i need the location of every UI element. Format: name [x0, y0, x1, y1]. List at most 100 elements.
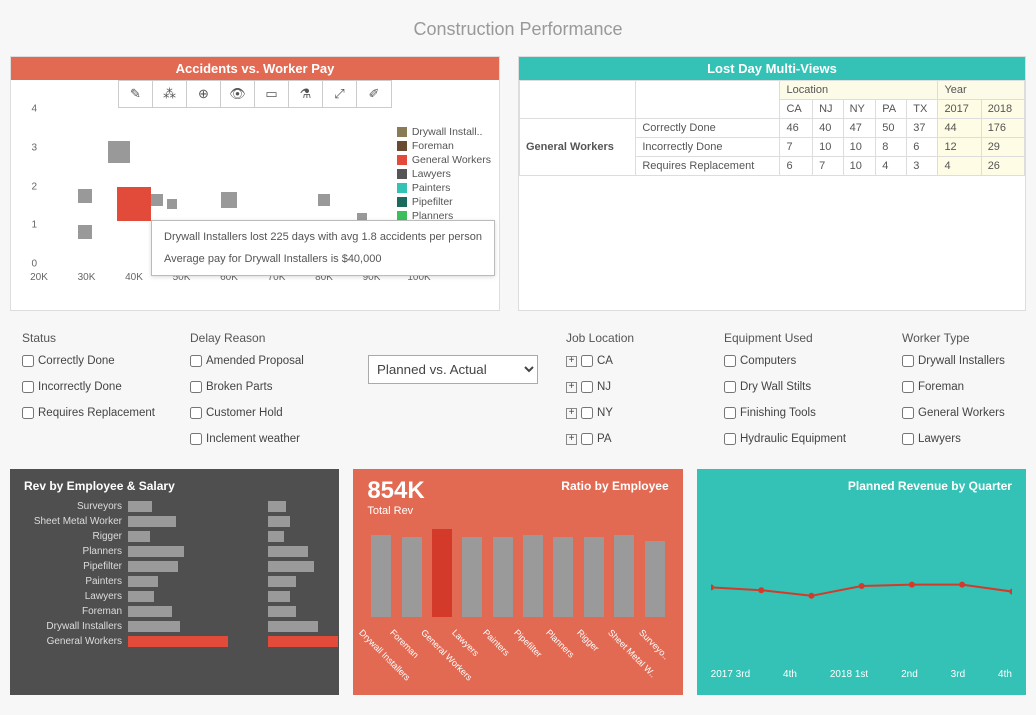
expand-icon[interactable]: ⤢	[323, 81, 357, 107]
filter-checkbox[interactable]	[190, 407, 202, 419]
filter-item[interactable]: Hydraulic Equipment	[724, 433, 884, 445]
ratio-bar[interactable]	[614, 535, 634, 617]
filter-checkbox[interactable]	[22, 355, 34, 367]
scatter-title: Accidents vs. Worker Pay	[11, 57, 499, 80]
filter-checkbox[interactable]	[724, 407, 736, 419]
expand-icon[interactable]: +	[566, 382, 577, 393]
scatter-point[interactable]	[221, 192, 237, 208]
filter-item[interactable]: Computers	[724, 355, 884, 367]
expand-icon[interactable]: +	[566, 356, 577, 367]
expand-icon[interactable]: +	[566, 434, 577, 445]
filter-item[interactable]: Lawyers	[902, 433, 1036, 445]
filter-item[interactable]: +NY	[566, 407, 706, 419]
filter-item[interactable]: Customer Hold	[190, 407, 350, 419]
planned-actual-select[interactable]: Planned vs. Actual	[368, 355, 538, 384]
filter-item[interactable]: Dry Wall Stilts	[724, 381, 884, 393]
legend-item[interactable]: Foreman	[397, 140, 491, 152]
filter-checkbox[interactable]	[190, 433, 202, 445]
filter-checkbox[interactable]	[902, 381, 914, 393]
tooltip-line2: Average pay for Drywall Installers is $4…	[164, 253, 482, 265]
ratio-title: Ratio by Employee	[561, 479, 668, 527]
ratio-bar[interactable]	[462, 537, 482, 617]
flask-icon[interactable]: ⚗	[289, 81, 323, 107]
filter-item[interactable]: Incorrectly Done	[22, 381, 172, 393]
legend-item[interactable]: Drywall Install..	[397, 126, 491, 138]
filter-item[interactable]: +PA	[566, 433, 706, 445]
scatter-point[interactable]	[167, 199, 177, 209]
filter-checkbox[interactable]	[190, 355, 202, 367]
scatter-point[interactable]	[78, 189, 92, 203]
ratio-label: Lawyers	[451, 627, 474, 650]
legend-item[interactable]: Painters	[397, 182, 491, 194]
ratio-sub: Total Rev	[367, 505, 424, 517]
filter-item[interactable]: Finishing Tools	[724, 407, 884, 419]
ratio-bar[interactable]	[584, 537, 604, 617]
filter-item[interactable]: Requires Replacement	[22, 407, 172, 419]
ratio-bar[interactable]	[523, 535, 543, 617]
eye-off-icon[interactable]: 👁	[221, 81, 255, 107]
filter-checkbox[interactable]	[581, 381, 593, 393]
ratio-bar[interactable]	[371, 535, 391, 617]
filter-item[interactable]: Correctly Done	[22, 355, 172, 367]
filter-checkbox[interactable]	[902, 433, 914, 445]
filter-checkbox[interactable]	[581, 407, 593, 419]
filter-checkbox[interactable]	[724, 433, 736, 445]
filter-checkbox[interactable]	[22, 381, 34, 393]
ratio-bar[interactable]	[553, 537, 573, 617]
filter-checkbox[interactable]	[724, 355, 736, 367]
hbar-row[interactable]: Drywall Installers	[24, 621, 325, 632]
legend-item[interactable]: Lawyers	[397, 168, 491, 180]
job-header: Job Location	[566, 331, 706, 345]
hbar-row[interactable]: Planners	[24, 546, 325, 557]
filter-checkbox[interactable]	[902, 355, 914, 367]
hbar-row[interactable]: Lawyers	[24, 591, 325, 602]
scatter-point-highlight[interactable]	[117, 187, 151, 221]
filter-item[interactable]: Drywall Installers	[902, 355, 1036, 367]
scatter-point[interactable]	[108, 141, 130, 163]
filter-checkbox[interactable]	[902, 407, 914, 419]
hbar-row[interactable]: General Workers	[24, 636, 325, 647]
ratio-label: Rigger	[575, 627, 598, 650]
spark-icon[interactable]: ⁂	[153, 81, 187, 107]
box-icon[interactable]: ▭	[255, 81, 289, 107]
ratio-label: Surveyo..	[637, 627, 660, 650]
filter-checkbox[interactable]	[581, 355, 593, 367]
hbar-row[interactable]: Rigger	[24, 531, 325, 542]
filter-checkbox[interactable]	[724, 381, 736, 393]
planned-x-label: 4th	[998, 669, 1012, 680]
worker-header: Worker Type	[902, 331, 1036, 345]
ratio-bar[interactable]	[402, 537, 422, 617]
ratio-bar[interactable]	[645, 541, 665, 617]
scatter-point[interactable]	[78, 225, 92, 239]
ratio-bar[interactable]	[432, 529, 452, 617]
legend-item[interactable]: General Workers	[397, 154, 491, 166]
hbar-row[interactable]: Foreman	[24, 606, 325, 617]
planned-x-label: 3rd	[951, 669, 965, 680]
filter-item[interactable]: Broken Parts	[190, 381, 350, 393]
filter-checkbox[interactable]	[581, 433, 593, 445]
hbar-row[interactable]: Pipefilter	[24, 561, 325, 572]
ratio-bar[interactable]	[493, 537, 513, 617]
location-header: Location	[780, 81, 938, 100]
zoom-icon[interactable]: ⊕	[187, 81, 221, 107]
filter-strip: Status Correctly DoneIncorrectly DoneReq…	[10, 325, 1026, 459]
filter-item[interactable]: Amended Proposal	[190, 355, 350, 367]
hbar-row[interactable]: Painters	[24, 576, 325, 587]
filter-item[interactable]: +NJ	[566, 381, 706, 393]
hbar-row[interactable]: Surveyors	[24, 501, 325, 512]
expand-icon[interactable]: +	[566, 408, 577, 419]
filter-item[interactable]: Inclement weather	[190, 433, 350, 445]
filter-item[interactable]: Foreman	[902, 381, 1036, 393]
filter-checkbox[interactable]	[22, 407, 34, 419]
filter-item[interactable]: General Workers	[902, 407, 1036, 419]
filter-item[interactable]: +CA	[566, 355, 706, 367]
ratio-label: Drywall Installers	[357, 627, 380, 650]
planned-line-chart[interactable]	[711, 523, 1012, 663]
hbar-row[interactable]: Sheet Metal Worker	[24, 516, 325, 527]
pencil-icon[interactable]: ✎	[119, 81, 153, 107]
legend-item[interactable]: Pipefilter	[397, 196, 491, 208]
scatter-point[interactable]	[318, 194, 330, 206]
edit-icon[interactable]: ✐	[357, 81, 391, 107]
scatter-point[interactable]	[151, 194, 163, 206]
filter-checkbox[interactable]	[190, 381, 202, 393]
